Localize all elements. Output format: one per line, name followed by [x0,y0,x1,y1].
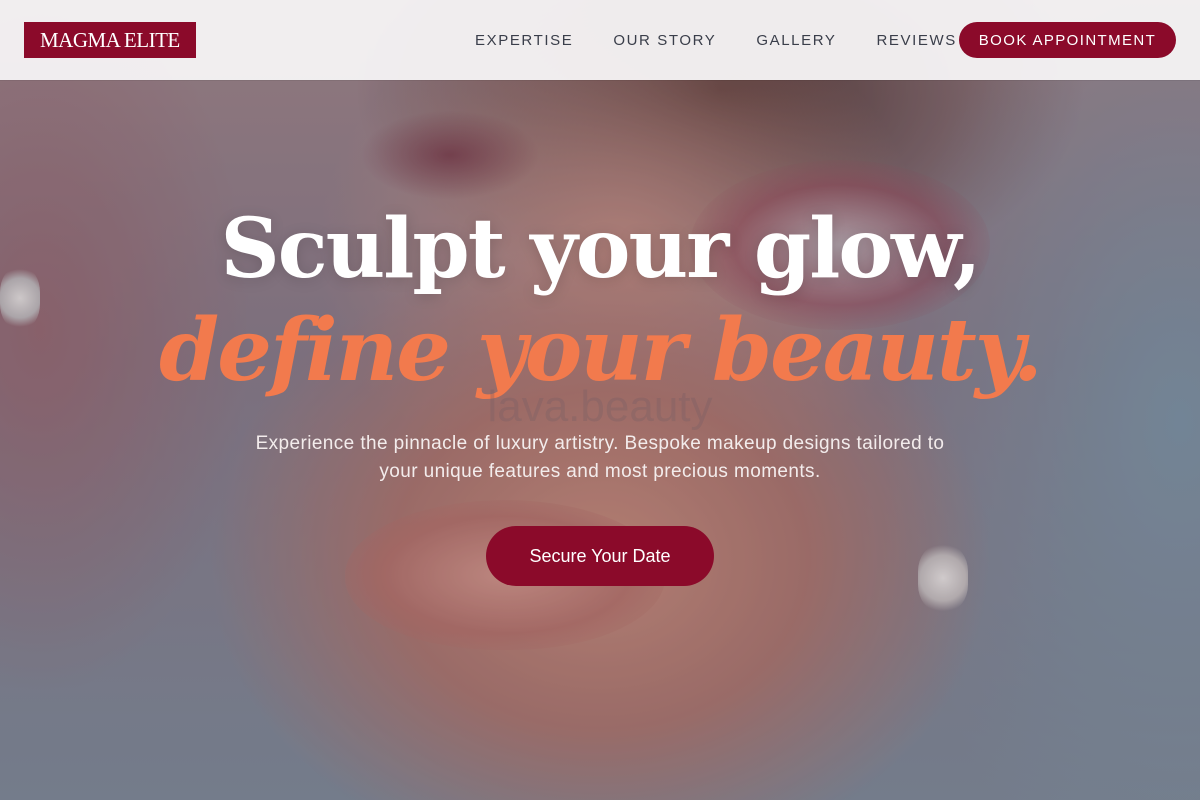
nav-item-reviews[interactable]: REVIEWS [877,32,957,49]
landing-page: MAGMA ELITE EXPERTISE OUR STORY GALLERY … [0,0,1200,800]
hero-section: Sculpt your glow, define your beauty. la… [0,0,1200,800]
site-header: MAGMA ELITE EXPERTISE OUR STORY GALLERY … [0,0,1200,80]
hero-subtext: Experience the pinnacle of luxury artist… [255,433,945,482]
book-appointment-button[interactable]: BOOK APPOINTMENT [959,22,1176,58]
nav-item-expertise[interactable]: EXPERTISE [475,32,573,49]
brand-logo[interactable]: MAGMA ELITE [24,22,196,58]
photo-watermark: lava.beauty [487,382,713,431]
nav-item-our-story[interactable]: OUR STORY [613,32,716,49]
secure-date-button[interactable]: Secure Your Date [486,526,714,586]
main-nav: EXPERTISE OUR STORY GALLERY REVIEWS [475,0,957,80]
nav-item-gallery[interactable]: GALLERY [756,32,836,49]
hero-headline-line1: Sculpt your glow, [220,201,981,297]
